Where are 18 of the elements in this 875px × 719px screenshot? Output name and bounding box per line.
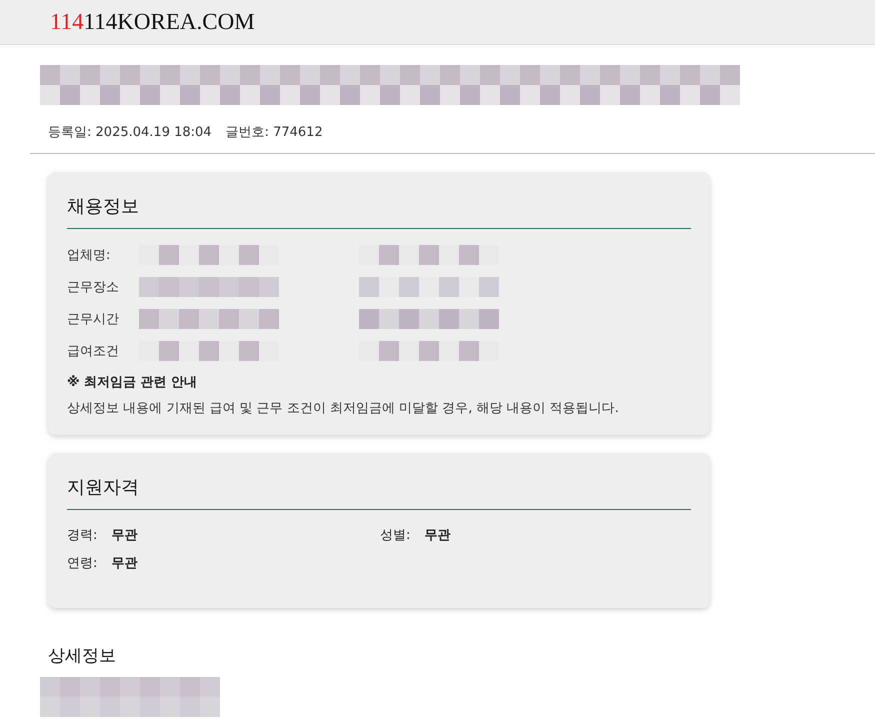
field-label: 연령: <box>67 555 98 572</box>
field-label: 경력: <box>67 527 98 544</box>
card-title: 채용정보 <box>67 194 691 229</box>
field-value: 무관 <box>111 527 138 544</box>
field-value: 무관 <box>424 527 450 544</box>
notice-title: ※ 최저임금 관련 안내 <box>67 374 198 391</box>
date-text: 등록일: 2025.04.19 18:04 <box>48 124 212 141</box>
post-number-text: 글번호: 774612 <box>226 124 323 141</box>
field-label: 근무장소 <box>67 279 120 296</box>
field-value: 무관 <box>111 555 138 572</box>
field-label: 성별: <box>380 527 410 544</box>
site-logo[interactable]: 114114KOREA.COM <box>50 9 255 35</box>
field-label: 업체명: <box>67 247 112 264</box>
card-title: 지원자격 <box>67 475 691 510</box>
field-label: 근무시간 <box>67 311 120 328</box>
field-label: 급여조건 <box>67 343 120 360</box>
notice-text: 상세정보 내용에 기재된 급여 및 근무 조건이 최저임금에 미달할 경우, 해당 내용이 적용됩니다. <box>67 400 620 417</box>
section-title: 상세정보 <box>48 645 117 667</box>
